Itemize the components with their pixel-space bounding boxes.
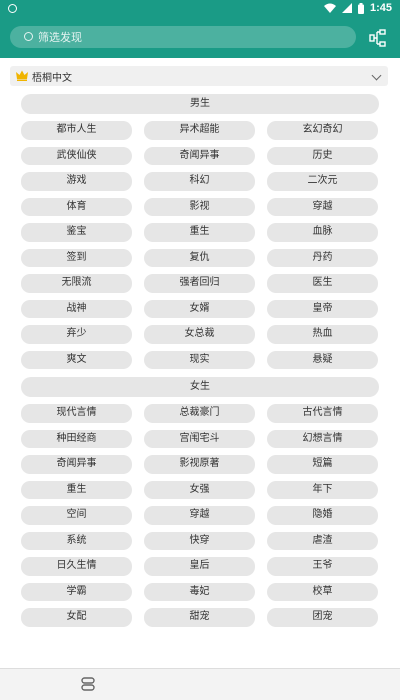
tag-chip[interactable]: 团宠 (267, 608, 378, 627)
status-icons: 1:45 (323, 2, 392, 14)
tag-chip[interactable]: 奇闻异事 (21, 455, 132, 474)
battery-icon (357, 2, 364, 14)
recent-apps-icon[interactable] (80, 676, 96, 692)
tag-chip[interactable]: 二次元 (267, 172, 378, 191)
tag-chip[interactable]: 总裁豪门 (144, 404, 255, 423)
tag-chip[interactable]: 医生 (267, 274, 378, 293)
tag-chip[interactable]: 强者回归 (144, 274, 255, 293)
tag-chip[interactable]: 皇后 (144, 557, 255, 576)
category-list: 男生 都市人生 异术超能 玄幻奇幻 武侠仙侠 奇闻异事 历史 游戏 科幻 二次元… (0, 86, 400, 668)
tag-chip[interactable]: 奇闻异事 (144, 146, 255, 165)
tag-chip[interactable]: 校草 (267, 582, 378, 601)
tag-chip[interactable]: 重生 (21, 480, 132, 499)
tag-chip[interactable]: 弃少 (21, 325, 132, 344)
tag-chip[interactable]: 虐渣 (267, 531, 378, 550)
source-name: 梧桐中文 (32, 73, 72, 84)
tag-chip[interactable]: 战神 (21, 299, 132, 318)
category-male: 男生 都市人生 异术超能 玄幻奇幻 武侠仙侠 奇闻异事 历史 游戏 科幻 二次元… (0, 94, 400, 369)
tag-chip[interactable]: 血脉 (267, 223, 378, 242)
tag-chip[interactable]: 女总裁 (144, 325, 255, 344)
tag-chip[interactable]: 重生 (144, 223, 255, 242)
tag-chip[interactable]: 古代言情 (267, 404, 378, 423)
bottom-nav-bar (0, 668, 400, 700)
tag-chip[interactable]: 女婿 (144, 299, 255, 318)
tag-chip[interactable]: 女强 (144, 480, 255, 499)
source-selector[interactable]: 梧桐中文 (10, 66, 388, 86)
category-title[interactable]: 女生 (21, 377, 379, 397)
tag-chip[interactable]: 王爷 (267, 557, 378, 576)
tag-chip[interactable]: 年下 (267, 480, 378, 499)
tag-chip[interactable]: 穿越 (267, 197, 378, 216)
tag-chip[interactable]: 快穿 (144, 531, 255, 550)
tag-chip[interactable]: 现实 (144, 350, 255, 369)
tag-chip[interactable]: 热血 (267, 325, 378, 344)
tag-chip[interactable]: 复仇 (144, 248, 255, 267)
tag-chip[interactable]: 宫闱宅斗 (144, 429, 255, 448)
status-time: 1:45 (369, 2, 392, 14)
tag-chip[interactable]: 系统 (21, 531, 132, 550)
tag-chip[interactable]: 体育 (21, 197, 132, 216)
crown-icon (16, 70, 28, 81)
tag-chip[interactable]: 日久生情 (21, 557, 132, 576)
tag-chip[interactable]: 甜宠 (144, 608, 255, 627)
tag-chip[interactable]: 历史 (267, 146, 378, 165)
tag-chip[interactable]: 武侠仙侠 (21, 146, 132, 165)
tag-chip[interactable]: 影视原著 (144, 455, 255, 474)
tag-chip[interactable]: 鉴宝 (21, 223, 132, 242)
tag-chip[interactable]: 签到 (21, 248, 132, 267)
tag-chip[interactable]: 影视 (144, 197, 255, 216)
category-title[interactable]: 男生 (21, 94, 379, 114)
notification-icon (8, 4, 17, 13)
tag-chip[interactable]: 都市人生 (21, 121, 132, 140)
tag-chip[interactable]: 短篇 (267, 455, 378, 474)
tag-chip[interactable]: 悬疑 (267, 350, 378, 369)
tag-chip[interactable]: 异术超能 (144, 121, 255, 140)
tag-chip[interactable]: 玄幻奇幻 (267, 121, 378, 140)
tag-chip[interactable]: 爽文 (21, 350, 132, 369)
wifi-icon (323, 3, 336, 13)
tag-chip[interactable]: 空间 (21, 506, 132, 525)
tag-chip[interactable]: 幻想言情 (267, 429, 378, 448)
search-box[interactable] (10, 26, 356, 48)
tag-chip[interactable]: 丹药 (267, 248, 378, 267)
tag-chip[interactable]: 种田经商 (21, 429, 132, 448)
tag-chip[interactable]: 游戏 (21, 172, 132, 191)
tag-grid: 都市人生 异术超能 玄幻奇幻 武侠仙侠 奇闻异事 历史 游戏 科幻 二次元 体育… (0, 121, 400, 369)
toolbar (0, 18, 400, 58)
search-icon (24, 32, 33, 41)
tag-chip[interactable]: 学霸 (21, 582, 132, 601)
tag-chip[interactable]: 隐婚 (267, 506, 378, 525)
status-bar: 1:45 (0, 0, 400, 18)
category-female: 女生 现代言情 总裁豪门 古代言情 种田经商 宫闱宅斗 幻想言情 奇闻异事 影视… (0, 377, 400, 627)
tag-chip[interactable]: 穿越 (144, 506, 255, 525)
tag-chip[interactable]: 皇帝 (267, 299, 378, 318)
signal-icon (341, 3, 352, 13)
tag-chip[interactable]: 科幻 (144, 172, 255, 191)
filter-input[interactable] (38, 26, 338, 48)
tag-grid: 现代言情 总裁豪门 古代言情 种田经商 宫闱宅斗 幻想言情 奇闻异事 影视原著 … (0, 404, 400, 627)
chevron-down-icon[interactable] (371, 70, 382, 81)
tag-chip[interactable]: 无限流 (21, 274, 132, 293)
tag-chip[interactable]: 现代言情 (21, 404, 132, 423)
tree-structure-icon[interactable] (369, 29, 387, 47)
tag-chip[interactable]: 毒妃 (144, 582, 255, 601)
tag-chip[interactable]: 女配 (21, 608, 132, 627)
